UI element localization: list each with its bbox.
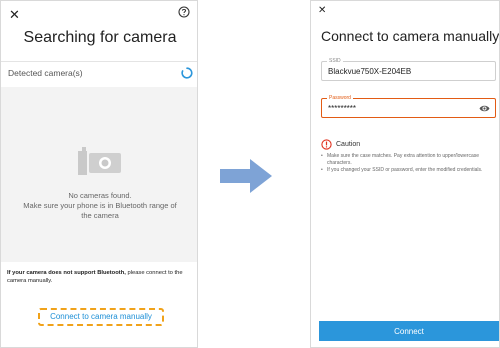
bluetooth-note-bold: If your camera does not support Bluetoot… — [7, 270, 126, 276]
close-icon[interactable]: ✕ — [318, 6, 326, 16]
detected-cameras-label: Detected camera(s) — [8, 68, 83, 78]
bluetooth-note: If your camera does not support Bluetoot… — [7, 270, 193, 286]
empty-state-title: No cameras found. — [68, 191, 132, 200]
password-label: Password — [327, 95, 353, 101]
empty-state-subtitle: Make sure your phone is in Bluetooth ran… — [23, 201, 177, 221]
empty-results-panel: No cameras found. Make sure your phone i… — [1, 87, 197, 262]
manual-connect-screen: ✕ Connect to camera manually SSID Blackv… — [310, 0, 500, 348]
ssid-label: SSID — [327, 58, 343, 64]
caution-list: Make sure the case matches. Pay extra at… — [321, 153, 495, 175]
password-field[interactable]: Password ********* — [321, 95, 496, 118]
connect-button[interactable]: Connect — [319, 321, 499, 341]
connect-manually-link[interactable]: Connect to camera manually — [38, 308, 164, 326]
ssid-field[interactable]: SSID Blackvue750X-E204EB — [321, 58, 496, 81]
detected-cameras-header: Detected camera(s) — [1, 61, 197, 86]
help-icon[interactable] — [178, 6, 190, 18]
caution-item: Make sure the case matches. Pay extra at… — [321, 153, 495, 166]
ssid-value: Blackvue750X-E204EB — [328, 67, 412, 76]
caution-title: Caution — [336, 141, 361, 148]
page-title: Connect to camera manually — [321, 28, 500, 44]
camera-icon — [78, 147, 121, 175]
page-title: Searching for camera — [23, 29, 177, 46]
close-icon[interactable]: ✕ — [9, 8, 20, 21]
spinner-icon — [181, 67, 193, 79]
arrow-right-icon — [220, 159, 272, 193]
search-screen: ✕ Searching for camera Detected camera(s… — [0, 0, 198, 348]
caution-icon — [321, 139, 332, 150]
caution-item: If you changed your SSID or password, en… — [321, 167, 495, 174]
eye-icon[interactable] — [479, 104, 490, 113]
password-value: ********* — [328, 104, 357, 113]
